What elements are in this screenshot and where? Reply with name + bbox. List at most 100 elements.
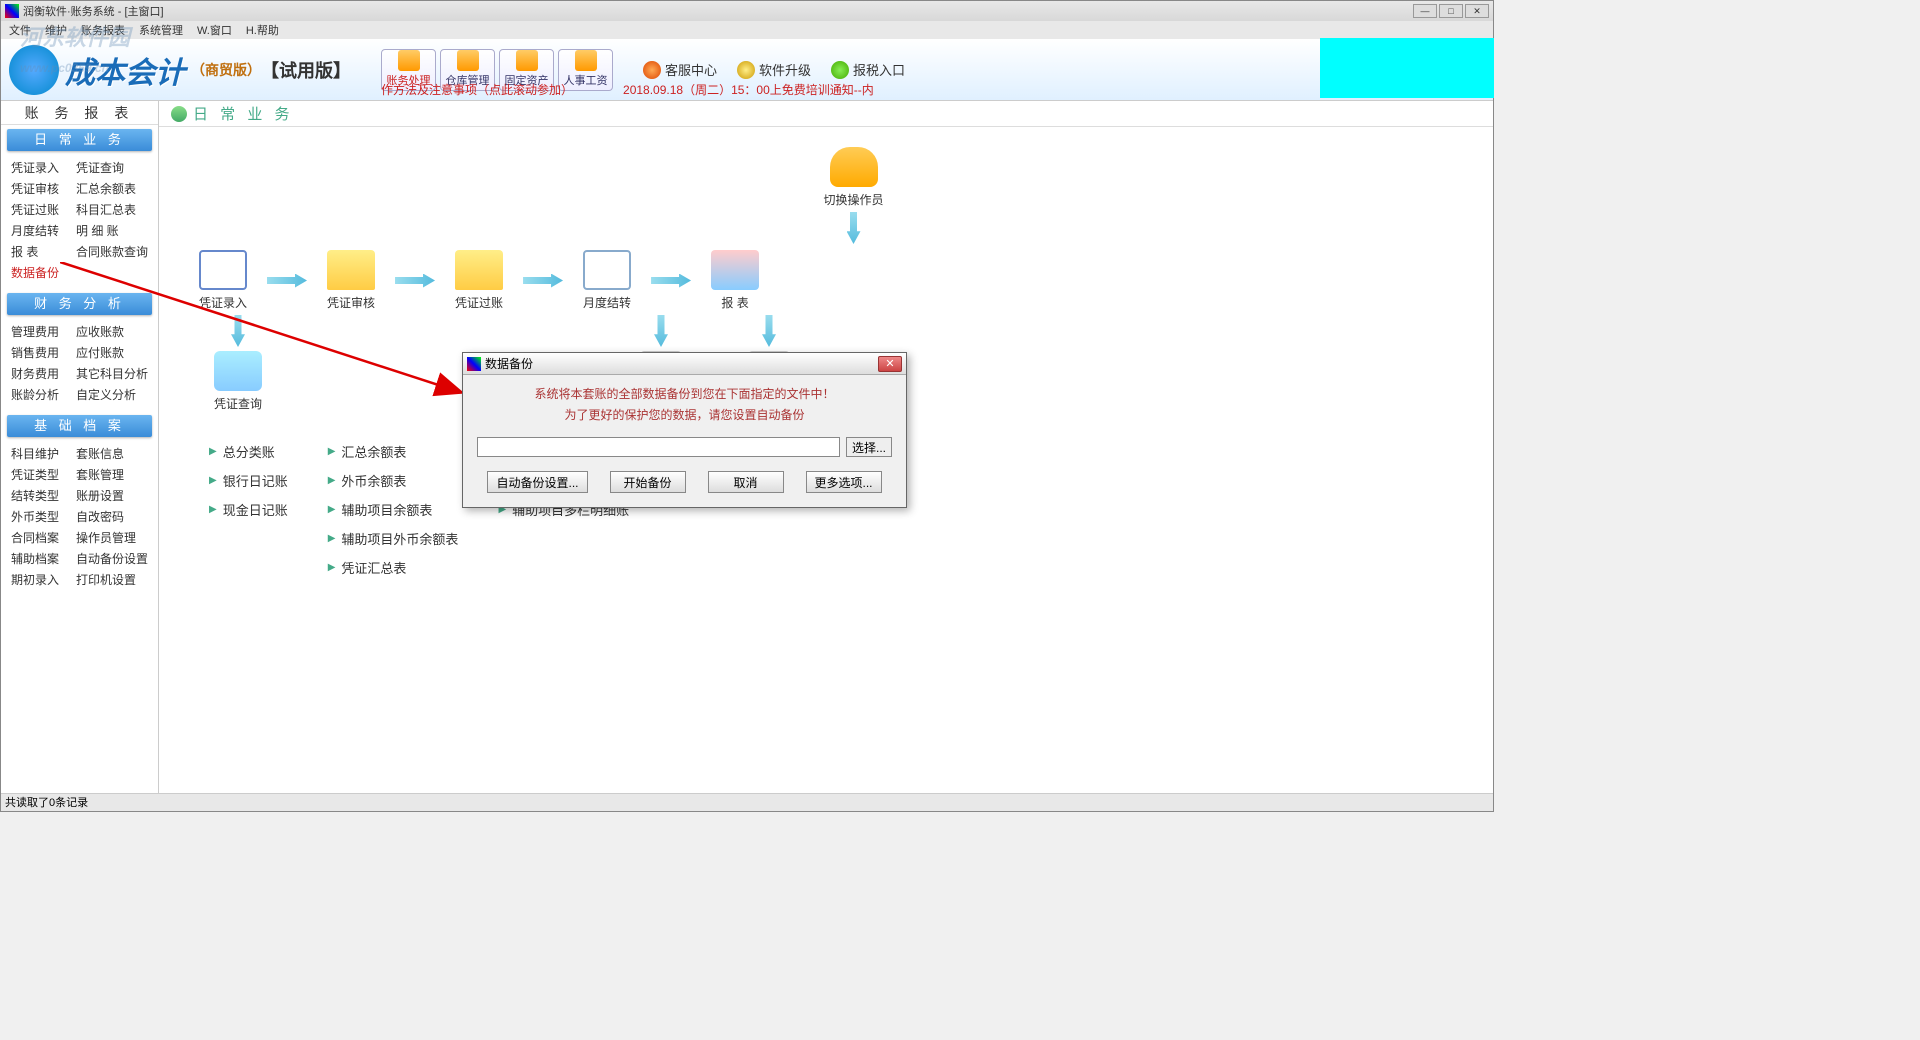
bullet-icon: ▶ [328, 533, 336, 544]
link-aux-balance[interactable]: ▶辅助项目余额表 [328, 500, 459, 519]
sidebar-header-analysis[interactable]: 财 务 分 析 [7, 293, 152, 315]
bullet-icon: ▶ [209, 504, 217, 515]
right-cyan-strip [1320, 38, 1494, 98]
sb-custom[interactable]: 自定义分析 [76, 386, 148, 403]
flow-voucher-entry[interactable]: 凭证录入 [199, 250, 247, 311]
logo-trial: 【试用版】 [261, 57, 351, 83]
backup-dialog: 数据备份 ✕ 系统将本套账的全部数据备份到您在下面指定的文件中！ 为了更好的保护… [462, 352, 907, 508]
sidebar-header-base[interactable]: 基 础 档 案 [7, 415, 152, 437]
sb-voucher-entry[interactable]: 凭证录入 [11, 159, 66, 176]
bullet-icon: ▶ [328, 504, 336, 515]
link-aux-currency-balance[interactable]: ▶辅助项目外币余额表 [328, 529, 459, 548]
sb-book-setting[interactable]: 账册设置 [76, 487, 148, 504]
sb-aux-file[interactable]: 辅助档案 [11, 550, 66, 567]
minimize-icon[interactable]: — [1413, 4, 1437, 18]
notice-2[interactable]: 2018.09.18（周二）15：00上免费培训通知--内 [623, 81, 874, 98]
dialog-titlebar: 数据备份 ✕ [463, 353, 906, 375]
sb-other-subject[interactable]: 其它科目分析 [76, 365, 148, 382]
sb-voucher-audit[interactable]: 凭证审核 [11, 180, 66, 197]
link-service[interactable]: 客服中心 [643, 60, 717, 79]
arrow-right-icon [395, 274, 435, 288]
sb-subject-summary[interactable]: 科目汇总表 [76, 201, 148, 218]
sb-fin-expense[interactable]: 财务费用 [11, 365, 66, 382]
sb-sales-expense[interactable]: 销售费用 [11, 344, 66, 361]
backup-path-input[interactable] [477, 437, 840, 457]
sb-printer-setting[interactable]: 打印机设置 [76, 571, 148, 588]
section-arrow-icon [171, 106, 187, 122]
sb-auto-backup[interactable]: 自动备份设置 [76, 550, 148, 567]
link-upgrade[interactable]: 软件升级 [737, 60, 811, 79]
arrow-down-icon [762, 315, 776, 347]
browse-button[interactable]: 选择... [846, 437, 892, 457]
close-icon[interactable]: ✕ [1465, 4, 1489, 18]
sidebar-header-daily[interactable]: 日 常 业 务 [7, 129, 152, 151]
sb-balance-summary[interactable]: 汇总余额表 [76, 180, 148, 197]
sb-contract-query[interactable]: 合同账款查询 [76, 243, 148, 260]
dialog-message-1: 系统将本套账的全部数据备份到您在下面指定的文件中！ [477, 385, 892, 402]
menu-window[interactable]: W.窗口 [197, 22, 232, 38]
menu-system[interactable]: 系统管理 [139, 22, 183, 38]
sb-month-close[interactable]: 月度结转 [11, 222, 66, 239]
flow-voucher-query[interactable]: 凭证查询 [199, 351, 277, 412]
maximize-icon[interactable]: □ [1439, 4, 1463, 18]
dialog-close-icon[interactable]: ✕ [878, 356, 902, 372]
menu-report[interactable]: 账务报表 [81, 22, 125, 38]
menu-maintain[interactable]: 维护 [45, 22, 67, 38]
cancel-button[interactable]: 取消 [708, 471, 784, 493]
sidebar-base-grid: 科目维护 套账信息 凭证类型 套账管理 结转类型 账册设置 外币类型 自改密码 … [1, 441, 158, 596]
menu-file[interactable]: 文件 [9, 22, 31, 38]
notice-1[interactable]: 作方法及注意事项（点此滚动参加） [381, 81, 573, 98]
sb-currency-type[interactable]: 外币类型 [11, 508, 66, 525]
sb-contract-file[interactable]: 合同档案 [11, 529, 66, 546]
header: 成本会计 （商贸版） 【试用版】 账务处理 仓库管理 固定资产 人事工资 客服中… [1, 39, 1493, 101]
dialog-body: 系统将本套账的全部数据备份到您在下面指定的文件中！ 为了更好的保护您的数据，请您… [463, 375, 906, 507]
sb-subject-maint[interactable]: 科目维护 [11, 445, 66, 462]
warehouse-icon [457, 50, 479, 71]
flow-switch-operator[interactable]: 切换操作员 [254, 147, 1453, 208]
statusbar: 共读取了0条记录 [1, 793, 1493, 811]
sb-initial-entry[interactable]: 期初录入 [11, 571, 66, 588]
more-options-button[interactable]: 更多选项... [806, 471, 882, 493]
report-icon [711, 250, 759, 290]
assets-icon [516, 50, 538, 71]
sb-detail[interactable]: 明 细 账 [76, 222, 148, 239]
sb-aging[interactable]: 账龄分析 [11, 386, 66, 403]
bullet-icon: ▶ [328, 562, 336, 573]
arrow-right-icon [267, 274, 307, 288]
flow-voucher-post[interactable]: 凭证过账 [455, 250, 503, 311]
sb-carry-type[interactable]: 结转类型 [11, 487, 66, 504]
link-cash-journal[interactable]: ▶现金日记账 [209, 500, 288, 519]
link-general-ledger[interactable]: ▶总分类账 [209, 442, 288, 461]
link-tax[interactable]: 报税入口 [831, 60, 905, 79]
arrow-down-icon [847, 212, 861, 244]
flow-voucher-audit[interactable]: 凭证审核 [327, 250, 375, 311]
sb-voucher-type[interactable]: 凭证类型 [11, 466, 66, 483]
dialog-message-2: 为了更好的保护您的数据，请您设置自动备份 [477, 406, 892, 423]
sb-change-pwd[interactable]: 自改密码 [76, 508, 148, 525]
sb-data-backup[interactable]: 数据备份 [11, 264, 66, 281]
sb-account-mgmt[interactable]: 套账管理 [76, 466, 148, 483]
bullet-icon: ▶ [209, 475, 217, 486]
link-voucher-summary[interactable]: ▶凭证汇总表 [328, 558, 459, 577]
sidebar-title: 账 务 报 表 [1, 101, 158, 125]
sb-payable[interactable]: 应付账款 [76, 344, 148, 361]
sb-report[interactable]: 报 表 [11, 243, 66, 260]
auto-backup-settings-button[interactable]: 自动备份设置... [487, 471, 587, 493]
dialog-input-row: 选择... [477, 437, 892, 457]
sb-voucher-query[interactable]: 凭证查询 [76, 159, 148, 176]
upgrade-icon [737, 61, 755, 79]
link-summary-balance[interactable]: ▶汇总余额表 [328, 442, 459, 461]
sb-receivable[interactable]: 应收账款 [76, 323, 148, 340]
link-currency-balance[interactable]: ▶外币余额表 [328, 471, 459, 490]
search-icon [214, 351, 262, 391]
sb-mgmt-expense[interactable]: 管理费用 [11, 323, 66, 340]
sb-operator-mgmt[interactable]: 操作员管理 [76, 529, 148, 546]
menu-help[interactable]: H.帮助 [246, 22, 279, 38]
link-bank-journal[interactable]: ▶银行日记账 [209, 471, 288, 490]
flow-month-close[interactable]: 月度结转 [583, 250, 631, 311]
start-backup-button[interactable]: 开始备份 [610, 471, 686, 493]
sb-account-info[interactable]: 套账信息 [76, 445, 148, 462]
sb-voucher-post[interactable]: 凭证过账 [11, 201, 66, 218]
service-icon [643, 61, 661, 79]
flow-report[interactable]: 报 表 [711, 250, 759, 311]
